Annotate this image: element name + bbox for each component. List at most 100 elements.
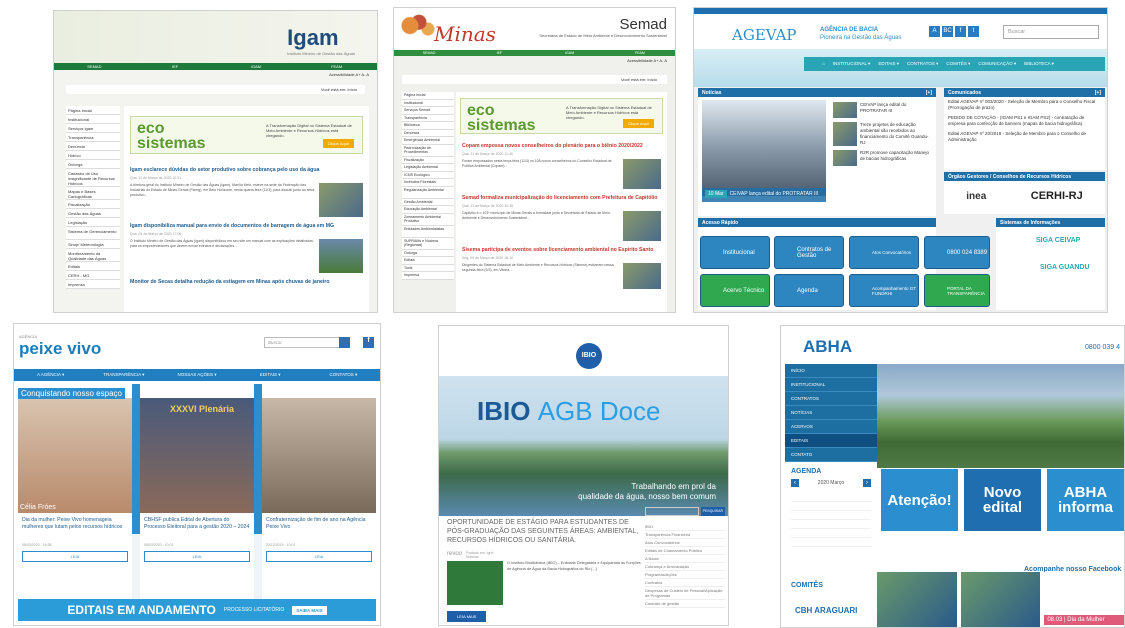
news-card[interactable]: Célia Fróes Dia da mulher: Peixe Vivo ho… [18,384,132,602]
siga-ceivap-logo[interactable]: SIGA CEIVAP [1036,237,1105,244]
nav-igam[interactable]: IGAM [535,50,605,56]
news-title[interactable]: Igam disponibiliza manual para envio de … [124,220,369,232]
sidebar-item[interactable]: Outorga [402,249,454,257]
calendar-grid[interactable] [791,493,871,555]
photo-thumb[interactable] [877,572,957,627]
inea-logo[interactable]: inea [966,191,986,202]
acervo-button[interactable]: Acervo Técnico [700,274,770,307]
sidebar-item[interactable]: Página Inicial [402,92,454,100]
sidebar-item[interactable]: Regularização Ambiental [402,186,454,199]
nav-feam[interactable]: FEAM [605,50,675,56]
post-title[interactable]: OPORTUNIDADE DE ESTÁGIO PARA ESTUDANTES … [447,518,643,545]
sidebar-link[interactable]: A Bacia [645,555,725,563]
sidebar-item[interactable]: Gestão Ambiental [402,198,454,206]
eco-sistemas-banner[interactable]: eco sistemas A Transformação Digital no S… [130,116,363,154]
news-title[interactable]: Sisema participa de eventos sobre licenc… [456,244,667,256]
sidebar-item[interactable]: Fiscalização [402,156,454,164]
sidebar-item[interactable]: Hídrico [66,151,120,160]
minas-logo[interactable]: Minas [434,22,496,46]
leia-button[interactable]: LEIA [266,551,372,562]
home-icon[interactable]: ⌂ [822,57,825,71]
agevap-logo[interactable]: AGEVAP [732,26,797,44]
leia-button[interactable]: LEIA [144,551,250,562]
sidebar-item[interactable]: Padronização de Procedimentos [402,144,454,157]
cbh-araguari-logo[interactable]: CBH ARAGUARI [795,606,857,615]
accessibility-icon[interactable]: A [929,26,940,37]
sidebar-link[interactable]: Contratos [645,579,725,587]
nav-semad[interactable]: SEMAD [54,63,135,70]
leia-button[interactable]: LEIA [22,551,128,562]
sidebar-item[interactable]: Tools [402,264,454,272]
nav-contatos[interactable]: CONTATOS ▾ [307,369,380,381]
sidebar-link[interactable]: Cobrança e Arrecadação [645,563,725,571]
nav-acoes[interactable]: NOSSAS AÇÕES ▾ [160,369,233,381]
menu-contratos[interactable]: CONTRATOS [785,392,877,406]
novo-edital-tile[interactable]: Novo edital [964,469,1041,531]
photo-thumb[interactable] [960,572,1041,627]
sidebar-item[interactable]: Legislação Ambiental [402,164,454,172]
sidebar-item[interactable]: Institucional [66,115,120,124]
sidebar-item[interactable]: Página Inicial [66,106,120,115]
nav-contratos[interactable]: CONTRATOS ▾ [907,57,938,71]
abha-logo[interactable]: ABHA [803,337,852,357]
sidebar-item[interactable]: Editais [66,262,120,271]
menu-editais[interactable]: EDITAIS [785,434,877,448]
sidebar-item[interactable]: Entidades Ambientalistas [402,225,454,238]
sidebar-link[interactable]: Transparência Financeira [645,531,725,539]
news-card[interactable]: XXXVI Plenária CBHSF publica Edital de A… [140,384,254,602]
cerhi-logo[interactable]: CERHI-RJ [1031,190,1083,202]
news-photo[interactable] [623,211,661,241]
leia-mais-button[interactable]: LEIA MAIS [447,611,487,622]
libras-icon[interactable]: BC [942,26,953,37]
sidebar-link[interactable]: Contrato de gestão [645,600,725,608]
nav-ief[interactable]: IEF [464,50,534,56]
transparencia-button[interactable]: PORTAL DA TRANSPARÊNCIA [924,274,990,307]
sidebar-link[interactable]: Despesas de Custeio de Pessoal/Aplicação… [645,587,725,600]
landscape-banner[interactable] [877,364,1124,468]
sidebar-item[interactable]: Sistema de Gerenciamento [66,227,120,240]
news-link[interactable]: R2R promove capacitação Manejo de bacias… [860,150,930,166]
sidebar-link[interactable]: Programas/Ações [645,571,725,579]
sidebar-item[interactable]: Transparência [66,133,120,142]
nav-institucional[interactable]: INSTITUCIONAL ▾ [833,57,871,71]
sidebar-link[interactable]: Editais de Chamamento Público [645,547,725,555]
more-link[interactable]: [+] [926,90,932,96]
sidebar-item[interactable]: Outorga [66,160,120,169]
menu-contato[interactable]: CONTATO [785,448,877,462]
sidebar-item[interactable]: Imprensa [402,272,454,280]
news-title[interactable]: CBHSF publica Edital de Abertura do Proc… [140,513,254,543]
news-card[interactable]: Confraternização de fim de ano na Agênci… [262,384,376,602]
institucional-button[interactable]: Institucional [700,236,770,269]
news-title[interactable]: Monitor de Secas detalha redução da esti… [124,276,369,288]
search-button[interactable]: PESQUISAR [700,507,725,516]
comunicado-link[interactable]: Edital AGEVAP nº 20/2019 - Seleção de Me… [944,129,1105,145]
menu-noticias[interactable]: NOTÍCIAS [785,406,877,420]
search-input[interactable] [645,507,699,516]
twitter-icon[interactable]: t [968,26,979,37]
sidebar-item[interactable]: Serviços Semad [402,107,454,115]
atencao-tile[interactable]: Atenção! [881,469,958,531]
sidebar-item[interactable]: Mapas e Bases Cartográficas [66,187,120,200]
nav-ief[interactable]: IEF [135,63,216,70]
phone-button[interactable]: 0800 024 8389 [924,236,990,269]
sidebar-item[interactable]: Editais [402,257,454,265]
nav-editais[interactable]: EDITAIS ▾ [878,57,899,71]
sidebar-item[interactable]: Denúncia [402,129,454,137]
sidebar-item[interactable]: Imprensa [66,280,120,289]
sidebar-link[interactable]: IBIO [645,523,725,531]
news-photo[interactable] [623,263,661,289]
sidebar-link[interactable]: Atos Convocatórios [645,539,725,547]
search-input[interactable]: Buscar [264,337,350,348]
nav-editais[interactable]: EDITAIS ▾ [234,369,307,381]
search-icon[interactable] [339,337,350,348]
clique-aqui-button[interactable]: Clique Aqui! [322,139,354,148]
sidebar-item[interactable]: Incêndios Florestais [402,179,454,187]
editais-banner[interactable]: EDITAIS EM ANDAMENTO PROCESSO LICITATÓRIO… [18,599,376,621]
news-photo[interactable]: Célia Fróes [18,398,132,513]
news-photo[interactable] [702,100,826,196]
news-photo[interactable] [623,159,661,189]
sidebar-item[interactable]: Legislação [66,218,120,227]
facebook-feed[interactable]: 08.03 | Dia da Mulher [1044,572,1124,627]
menu-acervos[interactable]: ACERVOS [785,420,877,434]
sidebar-item[interactable]: Denúncia [66,142,120,151]
